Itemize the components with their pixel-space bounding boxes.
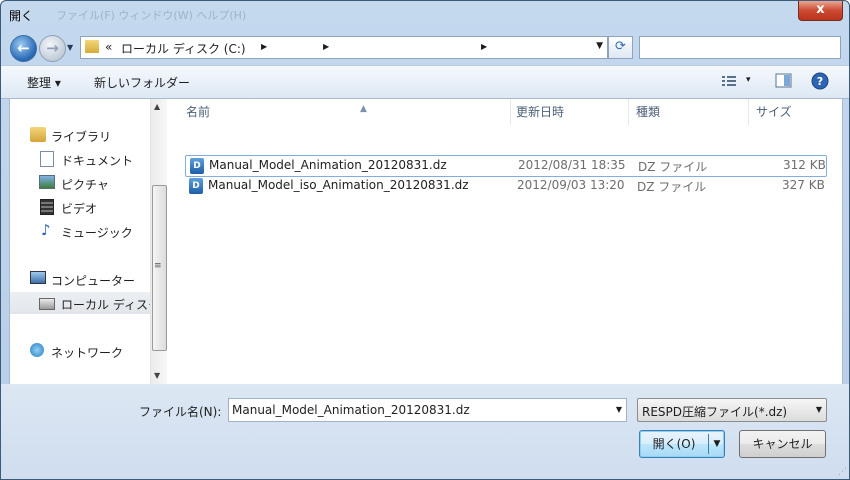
computer-icon	[30, 271, 46, 284]
file-date: 2012/08/31 18:35	[518, 158, 626, 172]
nav-item-music[interactable]: ♪ ミュージック	[10, 220, 150, 242]
column-header-type[interactable]: 種類	[636, 99, 749, 125]
nav-item-pictures[interactable]: ピクチャ	[10, 172, 150, 194]
nav-item-video[interactable]: ビデオ	[10, 196, 150, 218]
nav-item-label: ピクチャ	[61, 178, 109, 192]
file-list: 名前 ▲ 更新日時 種類 サイズ D Manual_Model_Animatio…	[167, 99, 842, 384]
file-row[interactable]: D Manual_Model_iso_Animation_20120831.dz…	[185, 176, 825, 196]
file-size: 312 KB	[783, 158, 826, 172]
cancel-button[interactable]: キャンセル	[739, 430, 826, 458]
nav-item-label: ライブラリ	[51, 130, 112, 144]
open-options-dropdown[interactable]: ▼	[710, 431, 724, 457]
svg-text:?: ?	[817, 75, 823, 88]
breadcrumb-separator-icon[interactable]: ▶	[323, 42, 329, 51]
dz-file-icon: D	[190, 158, 204, 174]
nav-item-label: ミュージック	[61, 226, 133, 240]
open-button-label: 開く(O)	[652, 437, 696, 451]
nav-item-label: ローカル ディスク	[61, 298, 150, 312]
scroll-up-icon[interactable]: ▲	[154, 102, 160, 111]
address-bar[interactable]: « ローカル ディスク (C:) ▶ ▶ ▶ ▼	[80, 36, 608, 59]
title-bar[interactable]: 開く ファイル(F) ウィンドウ(W) ヘルプ(H) x	[1, 1, 849, 31]
breadcrumb-overflow[interactable]: «	[105, 40, 112, 54]
browser-pane: ライブラリ ドキュメント ピクチャ ビデオ ♪ ミュージック コンピューター ロ…	[9, 98, 843, 385]
split-divider	[708, 434, 709, 454]
navigation-pane: ライブラリ ドキュメント ピクチャ ビデオ ♪ ミュージック コンピューター ロ…	[10, 99, 150, 384]
file-size: 327 KB	[782, 178, 825, 192]
nav-item-network[interactable]: ネットワーク	[10, 340, 150, 362]
change-view-icon[interactable]	[721, 74, 737, 91]
network-icon	[30, 343, 44, 357]
window-title: 開く	[9, 9, 34, 23]
filename-value[interactable]: Manual_Model_Animation_20120831.dz	[232, 403, 470, 417]
video-icon	[40, 199, 54, 215]
breadcrumb-local-disk[interactable]: ローカル ディスク (C:)	[121, 40, 246, 57]
local-disk-icon	[39, 298, 55, 310]
nav-item-library[interactable]: ライブラリ	[10, 124, 150, 146]
back-button[interactable]: ←	[10, 35, 37, 62]
refresh-button[interactable]: ⟳	[608, 36, 633, 59]
background-menu-ghost: ファイル(F) ウィンドウ(W) ヘルプ(H)	[56, 9, 247, 22]
nav-item-local-disk[interactable]: ローカル ディスク	[10, 292, 150, 314]
address-row: ← → ▼ « ローカル ディスク (C:) ▶ ▶ ▶ ▼ ⟳	[1, 31, 849, 65]
dialog-footer: ファイル名(N): Manual_Model_Animation_2012083…	[1, 384, 849, 479]
navigation-scrollbar[interactable]: ▲ ≡ ▼	[150, 99, 167, 384]
search-input[interactable]	[639, 36, 841, 59]
open-button[interactable]: 開く(O) ▼	[639, 430, 725, 458]
column-header-size[interactable]: サイズ	[756, 99, 826, 125]
folder-icon	[85, 40, 99, 53]
chevron-down-icon[interactable]: ▼	[616, 405, 622, 414]
file-type: DZ ファイル	[638, 160, 708, 174]
filename-label: ファイル名(N):	[139, 405, 222, 419]
close-button[interactable]: x	[798, 1, 843, 21]
forward-button[interactable]: →	[39, 35, 66, 62]
file-date: 2012/09/03 13:20	[517, 178, 625, 192]
resize-grip-icon[interactable]: ⋰	[838, 467, 847, 477]
scroll-down-icon[interactable]: ▼	[154, 371, 160, 380]
scrollbar-grip-icon: ≡	[154, 261, 162, 271]
dz-file-icon: D	[189, 178, 203, 194]
nav-item-label: コンピューター	[51, 274, 136, 288]
nav-item-label: ネットワーク	[51, 346, 124, 360]
command-bar: 整理 ▾ 新しいフォルダー ▾ ?	[1, 65, 849, 99]
preview-pane-icon[interactable]	[775, 73, 792, 92]
chevron-down-icon[interactable]: ▼	[816, 405, 822, 414]
sort-ascending-icon: ▲	[360, 104, 367, 114]
column-header-date[interactable]: 更新日時	[516, 99, 629, 125]
organize-button[interactable]: 整理 ▾	[27, 74, 61, 91]
new-folder-button[interactable]: 新しいフォルダー	[94, 74, 190, 91]
file-type-filter[interactable]: RESPD圧縮ファイル(*.dz) ▼	[637, 398, 827, 422]
file-type: DZ ファイル	[637, 180, 707, 194]
help-icon[interactable]: ?	[811, 72, 829, 93]
music-icon: ♪	[41, 221, 51, 239]
file-name: Manual_Model_Animation_20120831.dz	[209, 158, 447, 172]
breadcrumb-separator-icon[interactable]: ▶	[261, 42, 267, 51]
documents-icon	[40, 151, 54, 167]
pictures-icon	[39, 175, 55, 189]
filename-combobox[interactable]: Manual_Model_Animation_20120831.dz ▼	[228, 398, 627, 422]
column-header-label: 名前	[186, 105, 211, 119]
nav-item-label: ドキュメント	[61, 154, 134, 168]
nav-item-label: ビデオ	[61, 202, 98, 216]
view-options-dropdown[interactable]: ▾	[746, 75, 751, 85]
open-file-dialog: 開く ファイル(F) ウィンドウ(W) ヘルプ(H) x ← → ▼ « ローカ…	[0, 0, 850, 480]
nav-item-documents[interactable]: ドキュメント	[10, 148, 150, 170]
breadcrumb-separator-icon[interactable]: ▶	[481, 42, 487, 51]
column-header-name[interactable]: 名前 ▲	[186, 99, 511, 125]
file-row[interactable]: D Manual_Model_Animation_20120831.dz 201…	[185, 155, 827, 177]
file-type-filter-value: RESPD圧縮ファイル(*.dz)	[642, 405, 788, 419]
file-name: Manual_Model_iso_Animation_20120831.dz	[208, 178, 469, 192]
address-history-dropdown[interactable]: ▼	[596, 41, 603, 51]
library-icon	[30, 127, 46, 142]
recent-pages-dropdown[interactable]: ▼	[67, 43, 73, 52]
nav-item-computer[interactable]: コンピューター	[10, 268, 150, 290]
